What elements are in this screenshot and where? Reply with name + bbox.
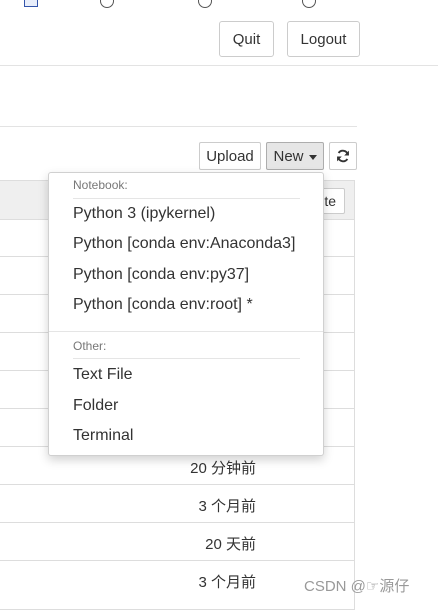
caret-down-icon (308, 154, 317, 160)
tabs-divider (0, 126, 357, 127)
new-button-label: New (273, 147, 304, 165)
menu-item-folder[interactable]: Folder (73, 397, 118, 415)
modified-time: 20 天前 (205, 536, 256, 553)
app-icon (24, 0, 38, 7)
upload-button[interactable]: Upload (199, 142, 261, 170)
csdn-watermark: CSDN @☞源仔 (304, 578, 410, 595)
menu-item-python3-ipykernel[interactable]: Python 3 (ipykernel) (73, 205, 215, 223)
radio-icon (198, 0, 212, 8)
menu-divider (49, 331, 323, 332)
menu-item-conda-anaconda3[interactable]: Python [conda env:Anaconda3] (73, 235, 295, 253)
header-divider (0, 65, 438, 66)
radio-icon (302, 0, 316, 8)
menu-item-text-file[interactable]: Text File (73, 366, 133, 384)
new-dropdown-button[interactable]: New (266, 142, 324, 170)
menu-item-terminal[interactable]: Terminal (73, 427, 133, 445)
menu-item-conda-root[interactable]: Python [conda env:root] * (73, 296, 253, 314)
menu-item-conda-py37[interactable]: Python [conda env:py37] (73, 266, 249, 284)
modified-time: 3 个月前 (198, 498, 256, 515)
new-dropdown-menu: Notebook: Python 3 (ipykernel) Python [c… (48, 172, 324, 456)
section-divider (73, 198, 300, 199)
refresh-icon (337, 149, 349, 163)
logout-button[interactable]: Logout (287, 21, 360, 57)
other-section-header: Other: (73, 339, 107, 353)
table-row[interactable]: 3 个月前 (0, 485, 354, 523)
refresh-button[interactable] (329, 142, 357, 170)
table-row[interactable]: 20 天前 (0, 523, 354, 561)
quit-button[interactable]: Quit (219, 21, 274, 57)
table-row[interactable]: 3 个月前 (0, 561, 354, 599)
notebook-section-header: Notebook: (73, 178, 128, 192)
section-divider (73, 358, 300, 359)
modified-time: 20 分钟前 (190, 460, 256, 477)
radio-icon (100, 0, 114, 8)
top-bar-remnant (0, 0, 438, 8)
modified-time: 3 个月前 (198, 574, 256, 591)
